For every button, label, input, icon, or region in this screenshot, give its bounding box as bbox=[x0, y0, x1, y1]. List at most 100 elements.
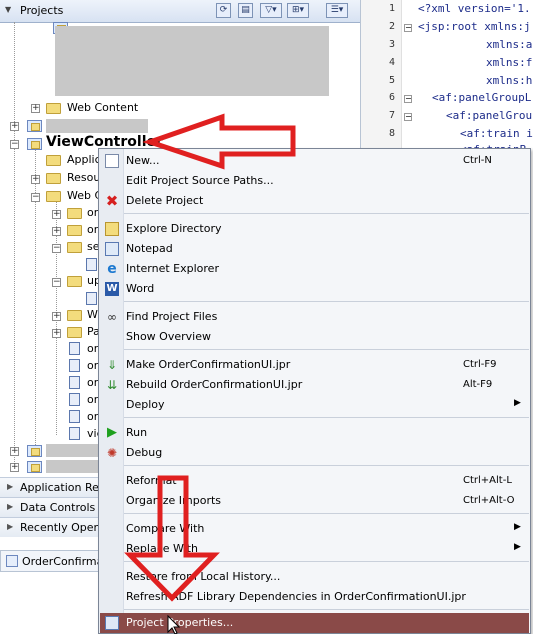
menu-item-show-overview[interactable]: Show Overview bbox=[100, 327, 529, 347]
expand-icon[interactable]: + bbox=[52, 312, 61, 321]
code-line[interactable]: <jsp:root xmlns:j bbox=[418, 20, 531, 33]
menu-item-restore-local-history[interactable]: Restore from Local History... bbox=[100, 567, 529, 587]
navigator-options-icon[interactable]: ⊞▾ bbox=[287, 3, 309, 18]
line-number: 2 bbox=[388, 21, 395, 32]
line-number: 1 bbox=[388, 3, 395, 14]
collapse-panel-icon[interactable]: ▼ bbox=[5, 5, 11, 14]
menu-item-word[interactable]: W Word bbox=[100, 279, 529, 299]
tree-node[interactable]: or bbox=[87, 393, 98, 406]
menu-item-label: Reformat bbox=[126, 474, 177, 487]
context-menu: New... Ctrl-N Edit Project Source Paths.… bbox=[98, 148, 531, 634]
expand-icon[interactable]: + bbox=[10, 463, 19, 472]
menu-item-rebuild[interactable]: ⇊ Rebuild OrderConfirmationUI.jpr Alt-F9 bbox=[100, 375, 529, 395]
expand-panel-icon: ▶ bbox=[7, 502, 14, 511]
tree-node[interactable]: or bbox=[87, 342, 98, 355]
panel-menu-icon[interactable]: ☰▾ bbox=[326, 3, 348, 18]
menu-item-project-properties[interactable]: Project Properties... bbox=[100, 613, 529, 633]
menu-item-edit-source-paths[interactable]: Edit Project Source Paths... bbox=[100, 171, 529, 191]
tree-node-web-c[interactable]: Web C bbox=[67, 189, 102, 202]
menu-separator bbox=[124, 561, 529, 562]
collapse-icon[interactable]: − bbox=[52, 244, 61, 253]
folder-icon bbox=[67, 208, 82, 219]
code-line[interactable]: xmlns:h bbox=[486, 74, 532, 87]
menu-item-deploy[interactable]: Deploy ▶ bbox=[100, 395, 529, 415]
menu-item-refresh-adf-library[interactable]: Refresh ADF Library Dependencies in Orde… bbox=[100, 587, 529, 607]
folder-icon bbox=[67, 327, 82, 338]
filter-icon[interactable]: ▽▾ bbox=[260, 3, 282, 18]
submenu-arrow-icon: ▶ bbox=[514, 522, 521, 532]
menu-item-accelerator: Ctrl-N bbox=[463, 155, 492, 166]
tree-node[interactable]: or bbox=[87, 359, 98, 372]
recently-opened-panel[interactable]: ▶ Recently Opened bbox=[0, 517, 114, 537]
menu-item-explore-directory[interactable]: Explore Directory bbox=[100, 219, 529, 239]
menu-item-find-project-files[interactable]: ∞ Find Project Files bbox=[100, 307, 529, 327]
collapse-icon[interactable]: − bbox=[31, 193, 40, 202]
menu-item-organize-imports[interactable]: Organize Imports Ctrl+Alt-O bbox=[100, 491, 529, 511]
code-line[interactable]: <af:train i bbox=[460, 127, 533, 140]
expand-icon[interactable]: + bbox=[52, 329, 61, 338]
expand-icon[interactable]: + bbox=[10, 122, 19, 131]
fold-icon[interactable]: − bbox=[404, 95, 412, 103]
menu-item-replace-with[interactable]: Replace With ▶ bbox=[100, 539, 529, 559]
expand-icon[interactable]: + bbox=[52, 227, 61, 236]
application-resources-panel[interactable]: ▶ Application Reso bbox=[0, 477, 111, 497]
make-icon: ⇓ bbox=[106, 358, 118, 372]
expand-icon[interactable]: + bbox=[31, 104, 40, 113]
tree-node[interactable]: or bbox=[87, 223, 98, 236]
menu-separator bbox=[124, 513, 529, 514]
menu-item-compare-with[interactable]: Compare With ▶ bbox=[100, 519, 529, 539]
expand-icon[interactable]: + bbox=[52, 210, 61, 219]
delete-icon: ✖ bbox=[105, 192, 119, 210]
tree-node[interactable]: or bbox=[87, 376, 98, 389]
menu-item-internet-explorer[interactable]: e Internet Explorer bbox=[100, 259, 529, 279]
menu-item-notepad[interactable]: Notepad bbox=[100, 239, 529, 259]
menu-separator bbox=[124, 301, 529, 302]
refresh-icon[interactable]: ⟳ bbox=[216, 3, 231, 18]
expand-panel-icon: ▶ bbox=[7, 522, 14, 531]
menu-item-debug[interactable]: ✺ Debug bbox=[100, 443, 529, 463]
menu-item-reformat[interactable]: Reformat Ctrl+Alt-L bbox=[100, 471, 529, 491]
binoculars-icon: ∞ bbox=[107, 310, 117, 324]
file-icon bbox=[69, 359, 80, 372]
menu-item-label: Refresh ADF Library Dependencies in Orde… bbox=[126, 590, 466, 603]
code-line[interactable]: <?xml version='1. bbox=[418, 2, 531, 15]
fold-icon[interactable]: − bbox=[404, 24, 412, 32]
collapse-icon[interactable]: − bbox=[52, 278, 61, 287]
menu-item-label: Notepad bbox=[126, 242, 173, 255]
menu-item-label: Rebuild OrderConfirmationUI.jpr bbox=[126, 378, 303, 391]
data-controls-panel[interactable]: ▶ Data Controls bbox=[0, 497, 105, 517]
file-icon bbox=[69, 376, 80, 389]
menu-item-accelerator: Ctrl+Alt-O bbox=[463, 495, 515, 506]
rebuild-icon: ⇊ bbox=[106, 378, 118, 392]
tree-node[interactable]: or bbox=[87, 206, 98, 219]
folder-icon bbox=[67, 276, 82, 287]
menu-separator bbox=[124, 349, 529, 350]
expand-icon[interactable]: + bbox=[10, 447, 19, 456]
working-set-icon[interactable]: ▤ bbox=[238, 3, 253, 18]
menu-item-label: Delete Project bbox=[126, 194, 204, 207]
menu-item-label: New... bbox=[126, 154, 160, 167]
tree-node[interactable]: or bbox=[87, 410, 98, 423]
code-line[interactable]: <af:panelGrou bbox=[446, 109, 532, 122]
submenu-arrow-icon: ▶ bbox=[514, 542, 521, 552]
code-line[interactable]: <af:panelGroupL bbox=[432, 91, 531, 104]
code-line[interactable]: xmlns:a bbox=[486, 38, 532, 51]
menu-item-label: Restore from Local History... bbox=[126, 570, 281, 583]
line-number: 8 bbox=[388, 128, 395, 139]
menu-item-label: Word bbox=[126, 282, 155, 295]
menu-item-make[interactable]: ⇓ Make OrderConfirmationUI.jpr Ctrl-F9 bbox=[100, 355, 529, 375]
menu-item-run[interactable]: ▶ Run bbox=[100, 423, 529, 443]
expand-icon[interactable]: + bbox=[31, 175, 40, 184]
collapse-icon[interactable]: − bbox=[10, 140, 19, 149]
folder-icon bbox=[105, 222, 119, 236]
menu-item-accelerator: Alt-F9 bbox=[463, 379, 493, 390]
menu-item-new[interactable]: New... Ctrl-N bbox=[100, 151, 529, 171]
fold-icon[interactable]: − bbox=[404, 113, 412, 121]
tree-node-web-content[interactable]: Web Content bbox=[67, 101, 138, 114]
structure-tab[interactable]: OrderConfirmat bbox=[0, 550, 108, 572]
debug-bug-icon: ✺ bbox=[106, 446, 118, 460]
internet-explorer-icon: e bbox=[107, 261, 117, 277]
menu-item-delete-project[interactable]: ✖ Delete Project bbox=[100, 191, 529, 211]
code-line[interactable]: xmlns:f bbox=[486, 56, 532, 69]
word-icon: W bbox=[105, 282, 119, 296]
